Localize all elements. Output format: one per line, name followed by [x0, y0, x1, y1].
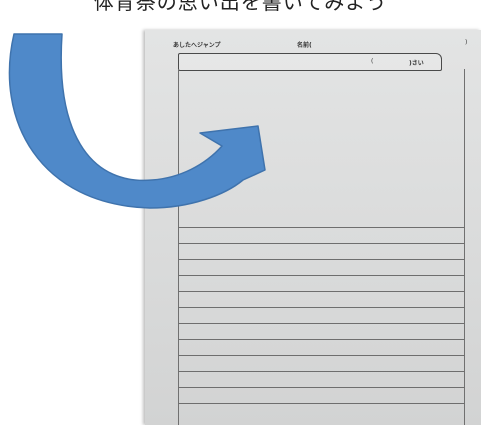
curved-arrow-icon — [8, 33, 266, 209]
curved-arrow-shape — [8, 33, 266, 209]
